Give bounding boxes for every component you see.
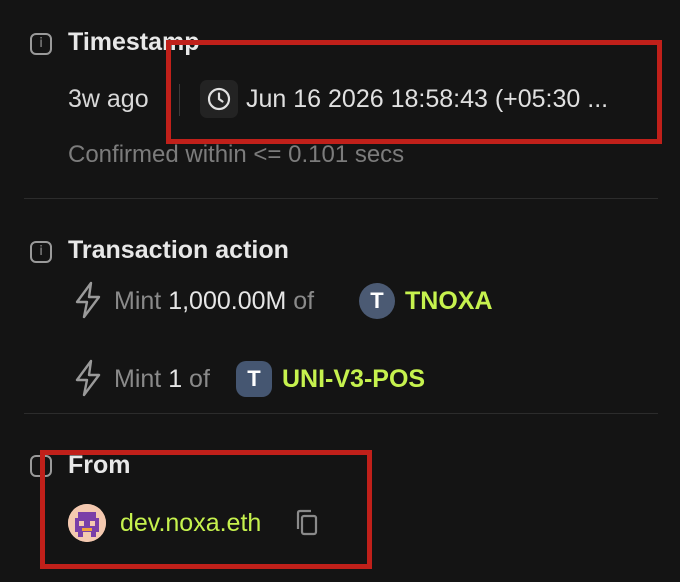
token-avatar: T: [236, 361, 272, 397]
timestamp-age: 3w ago: [68, 85, 149, 113]
action-amount: 1: [168, 365, 183, 393]
action-row: Mint 1 of T UNI-V3-POS: [72, 359, 452, 399]
action-amount: 1,000.00M: [168, 287, 287, 315]
lightning-icon: [75, 281, 101, 319]
action-verb: Mint: [114, 365, 162, 393]
transaction-details: i Timestamp 3w ago Jun 16 2026 18:58:43 …: [0, 0, 680, 582]
token-link-uni-v3-pos[interactable]: UNI-V3-POS: [282, 365, 425, 394]
transaction-action-title: Transaction action: [68, 236, 289, 264]
lightning-icon: [75, 359, 101, 397]
token-avatar: T: [359, 283, 395, 319]
section-divider: [24, 413, 658, 414]
action-verb: Mint: [114, 287, 162, 315]
token-link-tnoxa[interactable]: TNOXA: [405, 287, 493, 316]
timestamp-info-icon[interactable]: i: [30, 33, 52, 55]
transaction-action-info-icon[interactable]: i: [30, 241, 52, 263]
action-of: of: [293, 287, 315, 315]
section-divider: [24, 198, 658, 199]
action-row: Mint 1,000.00M of T TNOXA: [72, 281, 512, 321]
highlight-box-from: [40, 450, 372, 569]
action-of: of: [189, 365, 210, 393]
highlight-box-timestamp: [166, 40, 662, 144]
confirmation-time: Confirmed within <= 0.101 secs: [68, 141, 405, 168]
